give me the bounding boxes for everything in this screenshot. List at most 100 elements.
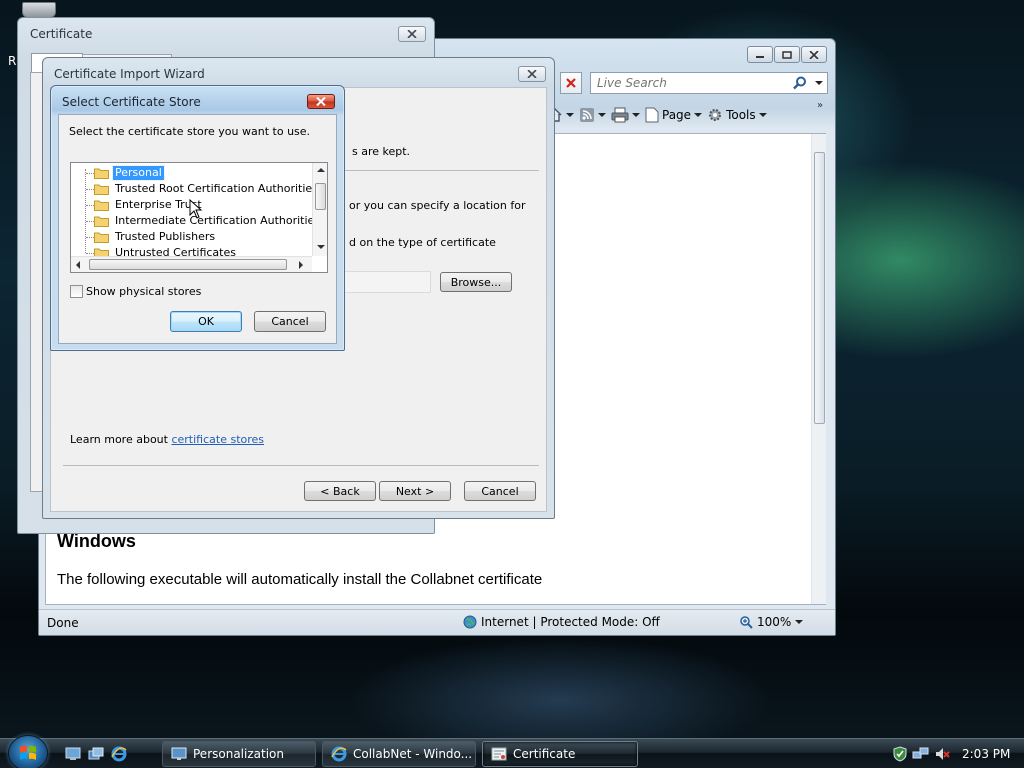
command-bar-overflow-chevron[interactable]: » — [817, 100, 823, 111]
ie-status-bar: Done Internet | Protected Mode: Off 100% — [39, 609, 835, 635]
ie-scroll-thumb[interactable] — [814, 152, 825, 424]
tree-item-label: Trusted Root Certification Authorities — [115, 182, 318, 195]
learn-more-prefix: Learn more about — [70, 433, 172, 446]
page-heading: Windows — [57, 531, 136, 551]
zoom-level: 100% — [757, 615, 792, 629]
show-desktop-button[interactable] — [64, 745, 82, 763]
minimize-button[interactable] — [747, 46, 773, 63]
volume-muted-icon[interactable] — [934, 746, 950, 762]
scroll-down-arrow-icon[interactable] — [317, 245, 325, 249]
tree-scroll-thumb[interactable] — [315, 183, 326, 210]
maximize-icon — [782, 50, 792, 59]
tree-item-label: Trusted Publishers — [115, 230, 216, 243]
dialog-title: Select Certificate Store — [62, 95, 201, 109]
dialog-prompt: Select the certificate store you want to… — [69, 125, 311, 138]
desktop-label-fragment: R — [8, 54, 17, 68]
wizard-instruction-fragment: or you can specify a location for — [349, 199, 526, 212]
close-icon — [316, 97, 326, 106]
tools-menu[interactable]: Tools — [707, 107, 767, 123]
stop-button[interactable] — [560, 72, 582, 94]
search-icon — [793, 76, 806, 90]
show-physical-stores-checkbox[interactable] — [70, 285, 83, 298]
start-button[interactable] — [8, 735, 48, 768]
taskbar-item-label: Personalization — [193, 747, 284, 761]
search-input[interactable] — [591, 73, 789, 93]
close-button[interactable] — [307, 94, 335, 109]
ie-icon — [331, 746, 347, 762]
folder-icon — [94, 232, 109, 243]
scroll-left-arrow-icon[interactable] — [76, 261, 80, 269]
folder-icon — [94, 168, 109, 179]
print-button[interactable] — [611, 107, 640, 123]
gear-icon — [709, 109, 722, 121]
security-zone-label: Internet | Protected Mode: Off — [481, 615, 660, 629]
close-button[interactable] — [518, 66, 546, 82]
tree-horizontal-scrollbar[interactable] — [71, 256, 312, 272]
certificate-stores-link[interactable]: certificate stores — [171, 433, 264, 446]
globe-icon — [463, 615, 477, 629]
ie-caption-buttons — [747, 46, 827, 63]
close-icon — [407, 30, 417, 38]
next-button[interactable]: Next > — [379, 481, 451, 501]
search-go-button[interactable] — [789, 73, 811, 93]
taskbar: Personalization CollabNet - Windo... Cer… — [0, 735, 1024, 768]
scroll-up-arrow-icon[interactable] — [317, 168, 325, 172]
tree-item-label: Personal — [112, 165, 165, 181]
tree-item-trusted-publishers[interactable]: Trusted Publishers — [71, 229, 313, 245]
window-title: Certificate — [30, 27, 93, 41]
tree-item-trusted-root[interactable]: Trusted Root Certification Authorities — [71, 181, 318, 197]
window-title: Certificate Import Wizard — [54, 67, 205, 81]
switch-windows-icon — [88, 747, 104, 760]
certificate-icon — [491, 747, 507, 761]
tree-item-personal[interactable]: Personal — [71, 165, 313, 181]
maximize-button[interactable] — [774, 46, 800, 63]
live-search-box[interactable] — [590, 72, 828, 94]
page-icon — [645, 107, 659, 123]
search-provider-dropdown[interactable] — [811, 73, 827, 93]
page-menu[interactable]: Page — [645, 107, 703, 123]
learn-more-text: Learn more about certificate stores — [70, 433, 264, 446]
ok-button[interactable]: OK — [170, 311, 242, 332]
page-paragraph: The following executable will automatica… — [57, 571, 543, 588]
taskbar-item-collabnet[interactable]: CollabNet - Windo... — [322, 741, 476, 767]
ie-icon — [111, 746, 127, 762]
ie-quicklaunch-button[interactable] — [110, 745, 128, 763]
ie-vertical-scrollbar[interactable] — [811, 134, 826, 604]
close-button[interactable] — [801, 46, 827, 63]
minimize-icon — [756, 55, 764, 58]
back-button[interactable]: < Back — [304, 481, 376, 501]
ie-command-bar: Page Tools — [547, 105, 767, 125]
show-desktop-icon — [65, 747, 81, 760]
show-physical-stores-option[interactable]: Show physical stores — [70, 285, 201, 298]
browse-button[interactable]: Browse... — [440, 272, 512, 292]
network-icon[interactable] — [912, 746, 930, 762]
rss-icon — [580, 108, 594, 122]
cancel-button[interactable]: Cancel — [254, 311, 326, 332]
tree-vertical-scrollbar[interactable] — [312, 163, 327, 256]
recycle-bin-icon[interactable] — [22, 2, 56, 18]
folder-icon — [94, 216, 109, 227]
chevron-down-icon — [815, 81, 823, 85]
chevron-down-icon — [694, 113, 703, 117]
stop-icon — [566, 78, 576, 88]
wizard-option-fragment: d on the type of certificate — [349, 236, 496, 249]
chevron-down-icon — [566, 113, 574, 117]
zoom-control[interactable]: 100% — [739, 615, 804, 629]
taskbar-item-personalization[interactable]: Personalization — [162, 741, 316, 767]
taskbar-item-certificate[interactable]: Certificate — [482, 741, 638, 767]
chevron-down-icon — [795, 620, 804, 624]
security-center-icon[interactable] — [892, 746, 908, 762]
tree-hscroll-thumb[interactable] — [89, 259, 287, 270]
tools-menu-label: Tools — [726, 108, 756, 122]
scroll-right-arrow-icon[interactable] — [299, 261, 303, 269]
cancel-button[interactable]: Cancel — [464, 481, 536, 501]
clock[interactable]: 2:03 PM — [962, 747, 1010, 761]
close-icon — [809, 50, 819, 59]
close-button[interactable] — [398, 26, 426, 42]
switch-windows-button[interactable] — [87, 745, 105, 763]
security-zone[interactable]: Internet | Protected Mode: Off — [463, 615, 660, 629]
page-menu-label: Page — [662, 108, 692, 122]
chevron-down-icon — [758, 113, 767, 117]
feeds-button[interactable] — [579, 107, 606, 123]
zoom-icon — [740, 616, 753, 629]
